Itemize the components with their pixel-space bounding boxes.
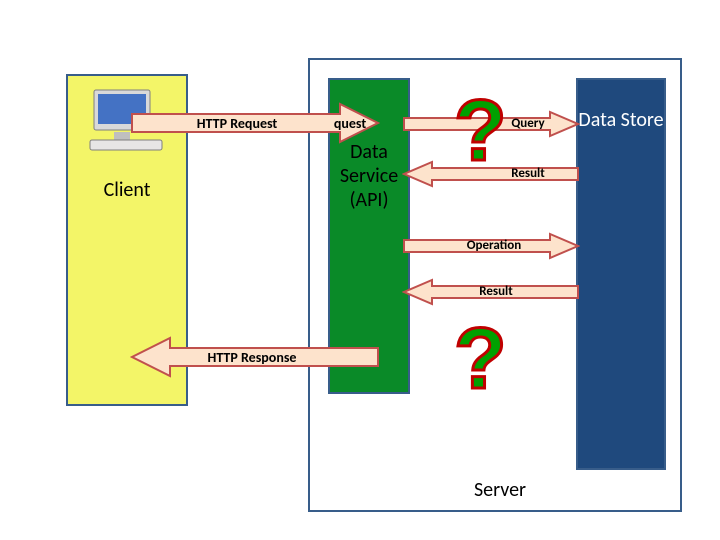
operation-arrow — [402, 232, 580, 260]
http-request-arrow — [130, 102, 380, 144]
http-response-arrow — [130, 336, 380, 378]
data-store-bar — [576, 78, 666, 470]
question-mark-bottom: ? — [454, 316, 507, 402]
result2-arrow — [402, 278, 580, 306]
server-label: Server — [450, 478, 550, 502]
data-service-label: Data Service (API) — [328, 140, 410, 212]
data-store-label: Data Store — [576, 108, 666, 132]
question-mark-top: ? — [454, 88, 507, 174]
client-label: Client — [66, 178, 188, 202]
